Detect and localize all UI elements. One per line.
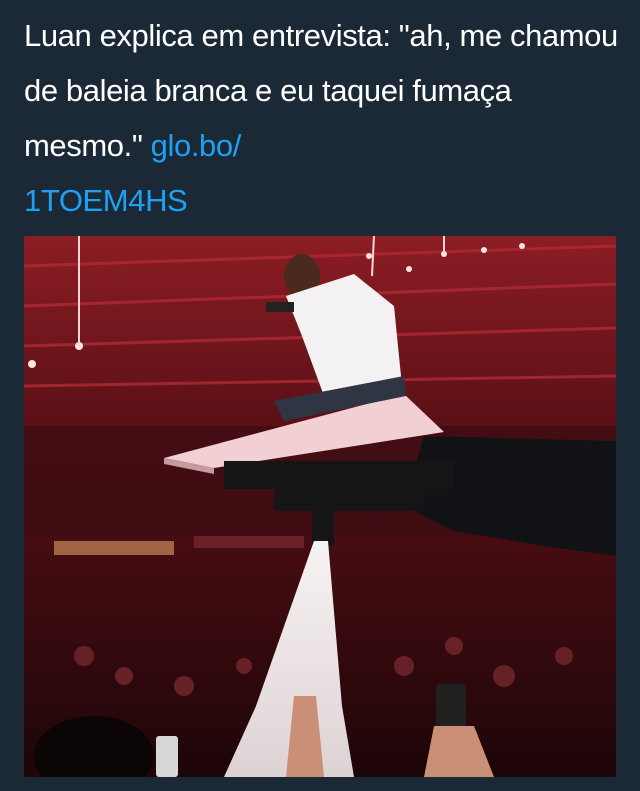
tweet-body: Luan explica em entrevista: "ah, me cham… — [24, 18, 618, 163]
tweet-text: Luan explica em entrevista: "ah, me cham… — [24, 8, 620, 228]
concert-photo-icon — [24, 236, 616, 777]
tweet-media[interactable] — [24, 236, 616, 777]
tweet-card: Luan explica em entrevista: "ah, me cham… — [0, 0, 640, 791]
